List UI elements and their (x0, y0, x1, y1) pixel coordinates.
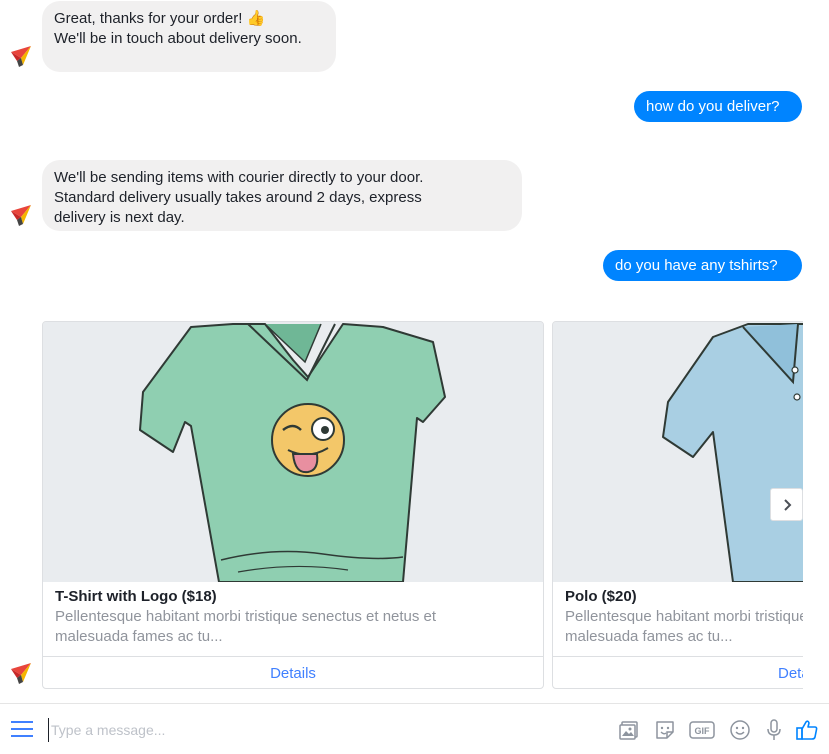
bot-message: We'll be sending items with courier dire… (42, 160, 522, 231)
sticker-icon (656, 721, 674, 739)
user-message: how do you deliver? (634, 91, 802, 122)
description-line: malesuada fames ac tu... (55, 628, 223, 645)
emoji-button[interactable] (727, 717, 753, 743)
message-line: Great, thanks for your order! 👍 (54, 10, 266, 27)
chevron-right-icon (783, 498, 791, 511)
user-message: do you have any tshirts? (603, 250, 802, 281)
message-composer: GIF (0, 703, 829, 754)
description-line: malesuada fames ac tu... (565, 628, 733, 645)
product-carousel: T-Shirt with Logo ($18) Pellentesque hab… (42, 321, 803, 691)
image-icon (619, 721, 638, 740)
image-button[interactable] (616, 717, 642, 743)
product-card: T-Shirt with Logo ($18) Pellentesque hab… (42, 321, 544, 689)
gif-icon: GIF (689, 721, 715, 739)
description-line: Pellentesque habitant morbi tristique se… (55, 608, 437, 625)
message-input[interactable] (48, 718, 588, 742)
microphone-icon (767, 719, 781, 740)
bot-avatar-icon (11, 46, 31, 67)
product-card: Polo ($20) Pellentesque habitant morbi t… (552, 321, 803, 689)
message-text: do you have any tshirts? (615, 257, 778, 274)
bot-message: Great, thanks for your order! 👍 We'll be… (42, 1, 336, 72)
details-button[interactable]: Details (43, 657, 543, 688)
product-title: Polo ($20) (565, 588, 637, 605)
bot-avatar-icon (11, 663, 31, 684)
product-description: Pellentesque habitant morbi tristique se… (565, 607, 803, 647)
description-line: Pellentesque habitant morbi tristique se… (565, 608, 803, 625)
tshirt-image (43, 322, 543, 582)
product-description: Pellentesque habitant morbi tristique se… (55, 607, 533, 647)
message-line: Standard delivery usually takes around 2… (54, 189, 422, 206)
bot-avatar-icon (11, 205, 31, 226)
microphone-button[interactable] (761, 717, 787, 743)
sticker-button[interactable] (652, 717, 678, 743)
message-line: delivery is next day. (54, 209, 185, 226)
product-title: T-Shirt with Logo ($18) (55, 588, 217, 605)
gif-button[interactable]: GIF (689, 717, 715, 743)
message-line: We'll be in touch about delivery soon. (54, 30, 302, 47)
svg-text:GIF: GIF (695, 726, 711, 736)
message-text: how do you deliver? (646, 98, 780, 115)
like-icon (796, 720, 818, 740)
carousel-next-button[interactable] (770, 488, 803, 521)
emoji-icon (730, 720, 750, 740)
like-button[interactable] (794, 717, 820, 743)
menu-icon[interactable] (11, 720, 33, 738)
polo-image (553, 322, 803, 582)
message-line: We'll be sending items with courier dire… (54, 169, 424, 186)
details-button[interactable]: Details (553, 657, 803, 688)
